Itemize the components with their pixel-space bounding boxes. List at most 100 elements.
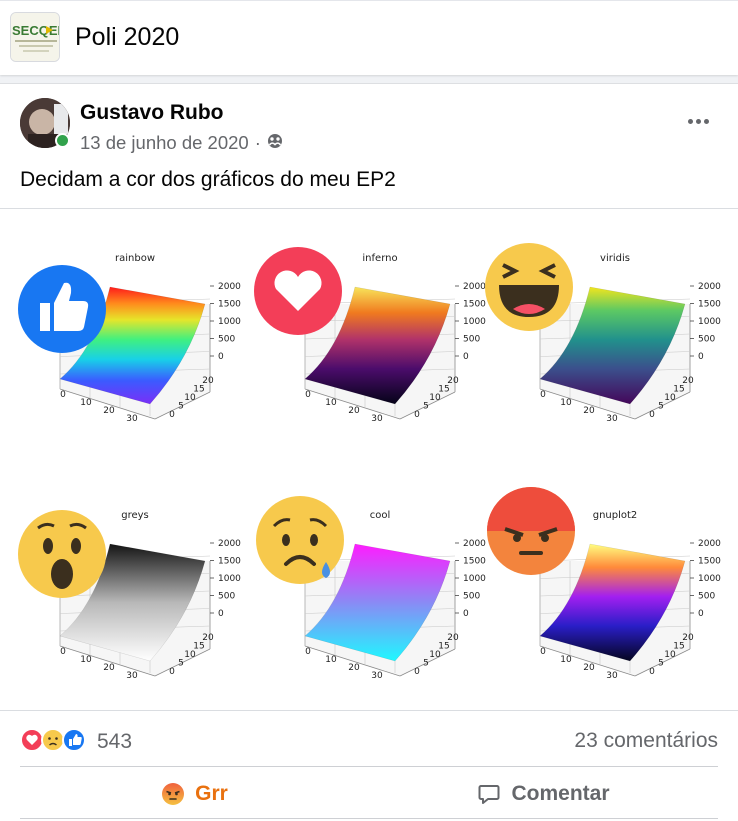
y-tick-label: 0 <box>169 410 175 420</box>
love-reaction-emoji <box>254 247 342 335</box>
x-tick-label: 30 <box>606 414 618 424</box>
z-tick-label: 1000 <box>218 317 241 327</box>
chart-title: gnuplot2 <box>593 510 638 521</box>
sad-reaction-icon <box>41 728 65 752</box>
y-tick-label: 5 <box>658 659 664 669</box>
y-tick-label: 20 <box>202 376 214 386</box>
group-header: SECQEP Poli 2020 <box>0 0 738 75</box>
z-tick-label: 2000 <box>463 282 486 292</box>
y-tick-label: 20 <box>202 633 214 643</box>
y-tick-label: 0 <box>414 667 420 677</box>
post-meta: 13 de junho de 2020 · <box>80 132 283 154</box>
more-dot <box>687 118 693 124</box>
z-tick-label: 2000 <box>698 282 721 292</box>
reaction-icons[interactable] <box>20 727 90 753</box>
online-status-dot <box>55 133 70 148</box>
chart-title: greys <box>121 510 149 521</box>
z-tick-label: 1500 <box>463 300 486 310</box>
z-tick-label: 2000 <box>218 282 241 292</box>
comment-button[interactable]: Comentar <box>369 774 718 814</box>
z-tick-label: 1500 <box>463 557 486 567</box>
z-tick-label: 0 <box>463 352 469 362</box>
x-tick-label: 0 <box>540 647 546 657</box>
wow-reaction-emoji <box>18 510 106 598</box>
z-tick-label: 500 <box>698 335 715 345</box>
grr-reaction-button[interactable]: Grr <box>20 774 369 814</box>
z-tick-label: 1000 <box>698 317 721 327</box>
y-tick-label: 5 <box>423 659 429 669</box>
more-options-button[interactable] <box>680 106 716 136</box>
x-tick-label: 30 <box>371 671 383 681</box>
z-tick-label: 1500 <box>218 557 241 567</box>
y-tick-label: 0 <box>414 410 420 420</box>
meta-separator: · <box>254 132 261 153</box>
group-logo[interactable]: SECQEP <box>10 12 60 62</box>
more-dot <box>695 118 701 124</box>
z-tick-label: 0 <box>463 609 469 619</box>
y-tick-label: 20 <box>682 633 694 643</box>
mouth <box>51 559 73 589</box>
y-tick-label: 5 <box>178 659 184 669</box>
svg-text:SECQEP: SECQEP <box>12 23 60 38</box>
z-tick-label: 0 <box>698 609 704 619</box>
z-tick-label: 2000 <box>218 539 241 549</box>
z-tick-label: 1500 <box>698 300 721 310</box>
eye <box>541 534 549 542</box>
chart-title: inferno <box>362 253 397 264</box>
y-tick-label: 10 <box>184 393 196 403</box>
like-reaction-emoji <box>18 265 106 353</box>
surface-plots-image: rainbow20001500100050000102030 05101520in… <box>18 243 721 681</box>
y-tick-label: 0 <box>649 410 655 420</box>
reaction-count[interactable]: 543 <box>97 730 132 754</box>
z-tick-label: 1000 <box>463 574 486 584</box>
haha-reaction-emoji <box>485 243 573 331</box>
x-tick-label: 0 <box>305 390 311 400</box>
y-tick-label: 10 <box>664 393 676 403</box>
z-tick-label: 1000 <box>698 574 721 584</box>
group-name[interactable]: Poli 2020 <box>75 23 179 52</box>
y-tick-label: 5 <box>178 402 184 412</box>
y-tick-label: 10 <box>429 650 441 660</box>
chart-title: rainbow <box>115 253 155 264</box>
eye <box>310 534 318 546</box>
z-tick-label: 0 <box>218 352 224 362</box>
z-tick-label: 1500 <box>218 300 241 310</box>
z-tick-label: 500 <box>463 335 480 345</box>
x-tick-label: 0 <box>60 647 66 657</box>
x-tick-label: 20 <box>583 663 595 673</box>
x-tick-label: 20 <box>103 663 115 673</box>
x-tick-label: 20 <box>348 406 360 416</box>
x-tick-label: 10 <box>560 655 572 665</box>
z-tick-label: 500 <box>698 592 715 602</box>
y-tick-label: 20 <box>447 376 459 386</box>
x-tick-label: 10 <box>325 398 337 408</box>
y-tick-label: 0 <box>169 667 175 677</box>
post-date[interactable]: 13 de junho de 2020 <box>80 132 249 154</box>
post-image[interactable]: rainbow 2000 1500 1000 500 0 0 10 20 30 0 5 10 15 20 in… <box>0 208 738 711</box>
eye <box>282 534 290 546</box>
z-tick-label: 0 <box>698 352 704 362</box>
reaction-stats: 543 23 comentários <box>20 724 718 756</box>
y-tick-label: 10 <box>429 393 441 403</box>
sad-icon <box>256 496 344 584</box>
z-tick-label: 1000 <box>463 317 486 327</box>
angry-top <box>487 487 575 531</box>
post-text: Decidam a cor dos gráficos do meu EP2 <box>20 168 396 191</box>
x-tick-label: 20 <box>103 406 115 416</box>
x-tick-label: 10 <box>80 655 92 665</box>
y-tick-label: 15 <box>193 385 204 395</box>
y-tick-label: 15 <box>673 642 684 652</box>
post-author[interactable]: Gustavo Rubo <box>80 101 224 125</box>
x-tick-label: 30 <box>606 671 618 681</box>
divider <box>20 818 718 819</box>
divider <box>20 766 718 767</box>
x-tick-label: 0 <box>60 390 66 400</box>
z-tick-label: 2000 <box>698 539 721 549</box>
x-tick-label: 10 <box>325 655 337 665</box>
z-tick-label: 500 <box>463 592 480 602</box>
y-tick-label: 5 <box>423 402 429 412</box>
x-tick-label: 30 <box>126 671 138 681</box>
comment-count[interactable]: 23 comentários <box>574 729 718 753</box>
z-tick-label: 1500 <box>698 557 721 567</box>
group-audience-icon[interactable] <box>267 132 283 154</box>
